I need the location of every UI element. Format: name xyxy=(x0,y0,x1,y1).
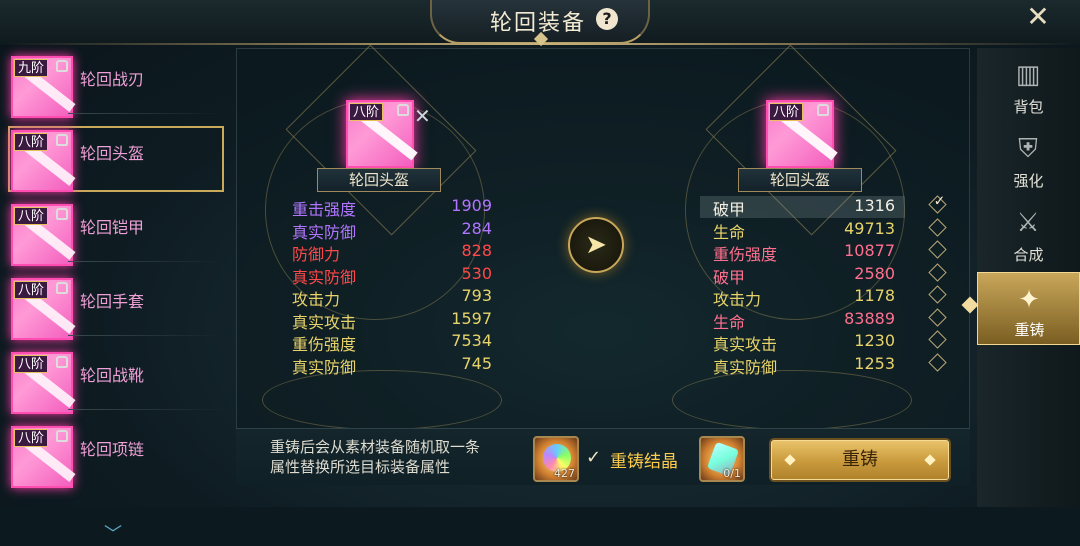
stat-row[interactable]: 真实防御 1253 xyxy=(713,354,895,377)
item-name: 轮回手套 xyxy=(80,292,145,311)
item-name: 轮回战靴 xyxy=(80,366,145,385)
armor-icon: ⛨ xyxy=(1018,134,1038,164)
info-line: 重铸后会从素材装备随机取一条 xyxy=(270,438,481,456)
stat-checkbox[interactable] xyxy=(928,240,947,259)
material-count: 427 xyxy=(554,467,575,480)
tier-badge: 九阶 xyxy=(14,59,49,77)
stat-row: 攻击力 793 xyxy=(292,286,492,309)
target-name-plate: 轮回头盔 xyxy=(738,168,862,192)
tab-enhance[interactable]: ⛨ 强化 xyxy=(977,122,1080,195)
target-equipment-icon[interactable]: 八阶 xyxy=(766,100,838,168)
tab-label: 强化 xyxy=(1013,172,1044,190)
tab-label: 背包 xyxy=(1013,98,1044,116)
tier-badge: 八阶 xyxy=(14,281,49,299)
tier-badge: 八阶 xyxy=(349,103,384,121)
close-icon[interactable]: ✕ xyxy=(1022,2,1054,34)
stat-checkbox[interactable] xyxy=(928,330,947,349)
list-item[interactable]: 九阶 轮回战刃 xyxy=(8,50,224,118)
tier-badge: 八阶 xyxy=(14,429,49,447)
ornament-arc xyxy=(672,370,912,430)
page-title: 轮回装备 xyxy=(490,11,587,36)
rainbow-gem-icon[interactable]: 427 xyxy=(533,436,579,482)
stat-row[interactable]: 生命 49713 xyxy=(713,219,895,242)
checkmark-icon[interactable]: ✓ xyxy=(586,447,606,468)
arrow-right-icon: ➤ xyxy=(568,217,624,273)
chevron-down-icon[interactable]: ﹀ xyxy=(104,520,122,546)
recast-info: 重铸后会从素材装备随机取一条 属性替换所选目标装备属性 xyxy=(270,437,480,477)
source-name-plate: 轮回头盔 xyxy=(317,168,441,192)
lock-icon xyxy=(56,282,68,294)
list-item[interactable]: 八阶 轮回手套 xyxy=(8,272,224,340)
tab-label: 合成 xyxy=(1013,246,1044,264)
item-name: 轮回项链 xyxy=(80,440,145,459)
item-name: 轮回铠甲 xyxy=(80,218,145,237)
stat-row: 重伤强度 7534 xyxy=(292,331,492,354)
list-item[interactable]: 八阶 轮回战靴 xyxy=(8,346,224,414)
lock-icon xyxy=(817,104,829,116)
source-stats: 重击强度 1909 真实防御 284 防御力 828 真实防御 530 攻击力 793 真… xyxy=(292,196,492,377)
stat-row: 防御力 828 xyxy=(292,241,492,264)
stat-checkbox[interactable] xyxy=(928,307,947,327)
stat-row[interactable]: 生命 83889 xyxy=(713,309,895,332)
stat-checkbox[interactable] xyxy=(928,262,947,282)
stat-row: 真实攻击 1597 xyxy=(292,308,492,332)
lock-icon xyxy=(397,104,409,116)
stat-row[interactable]: 重伤强度 10877 xyxy=(713,241,895,264)
stat-row[interactable]: 攻击力 1178 xyxy=(713,286,895,309)
material-count: 0/1 xyxy=(723,467,741,480)
remove-icon[interactable]: ✕ xyxy=(414,104,431,128)
stat-row: 重击强度 1909 xyxy=(292,196,492,219)
tier-badge: 八阶 xyxy=(769,103,804,121)
stat-checkbox[interactable] xyxy=(928,195,947,214)
ornament-arc xyxy=(262,370,502,430)
list-item[interactable]: 八阶 轮回头盔 xyxy=(8,124,224,192)
stat-row[interactable]: 破甲 2580 xyxy=(713,264,895,287)
tab-recast[interactable]: ✦ 重铸 xyxy=(977,272,1080,345)
equipment-icon: 八阶 xyxy=(11,204,76,266)
tier-badge: 八阶 xyxy=(14,355,49,373)
target-stats: 破甲 1316 生命 49713 重伤强度 10877 破甲 2580 攻击力 1178 … xyxy=(713,196,895,377)
stat-row: 真实防御 284 xyxy=(292,218,492,242)
lock-icon xyxy=(56,356,68,368)
tier-badge: 八阶 xyxy=(14,207,49,225)
list-item[interactable]: 八阶 轮回项链 xyxy=(8,420,224,488)
stat-checkbox[interactable] xyxy=(928,285,947,304)
recast-label: 重铸 xyxy=(842,449,878,470)
compass-star-icon: ✦ xyxy=(1018,285,1040,315)
sword-icon: ⚔ xyxy=(1016,208,1040,238)
equipment-icon: 九阶 xyxy=(11,56,76,118)
item-name: 轮回战刃 xyxy=(80,70,145,89)
stat-checkbox[interactable] xyxy=(928,217,947,237)
stat-row: 真实防御 530 xyxy=(292,263,492,287)
question-icon[interactable]: ? xyxy=(596,8,618,30)
equipment-icon: 八阶 xyxy=(11,278,76,340)
equipment-icon: 八阶 xyxy=(11,352,76,414)
list-item[interactable]: 八阶 轮回铠甲 xyxy=(8,198,224,266)
stat-row: 真实防御 745 xyxy=(292,353,492,377)
info-line: 属性替换所选目标装备属性 xyxy=(270,458,451,476)
source-equipment-icon[interactable]: 八阶 xyxy=(346,100,418,168)
tab-synthesize[interactable]: ⚔ 合成 xyxy=(977,196,1080,269)
stat-row[interactable]: 真实攻击 1230 xyxy=(713,331,895,354)
tier-badge: 八阶 xyxy=(14,133,49,151)
stat-checkboxes xyxy=(928,195,947,378)
crystal-icon[interactable]: 0/1 xyxy=(699,436,745,482)
lock-icon xyxy=(56,60,68,72)
backpack-icon: ▥ xyxy=(1015,60,1041,90)
lock-icon xyxy=(56,430,68,442)
tab-backpack[interactable]: ▥ 背包 xyxy=(977,48,1080,121)
stat-checkbox[interactable] xyxy=(928,352,947,372)
lock-icon xyxy=(56,208,68,220)
material-name: 重铸结晶 xyxy=(610,452,678,472)
side-tabs: ▥ 背包 ⛨ 强化 ⚔ 合成 ✦ 重铸 xyxy=(977,48,1080,507)
lock-icon xyxy=(56,134,68,146)
stat-row[interactable]: 破甲 1316 xyxy=(713,196,895,219)
recast-button[interactable]: 重铸 xyxy=(771,440,949,480)
item-name: 轮回头盔 xyxy=(80,144,145,163)
equipment-icon: 八阶 xyxy=(11,130,76,192)
tab-label: 重铸 xyxy=(1014,321,1045,339)
equipment-list: 九阶 轮回战刃 八阶 轮回头盔 八阶 轮回铠甲 八阶 轮回手套 八阶 轮回战靴 … xyxy=(0,50,232,545)
equipment-icon: 八阶 xyxy=(11,426,76,488)
